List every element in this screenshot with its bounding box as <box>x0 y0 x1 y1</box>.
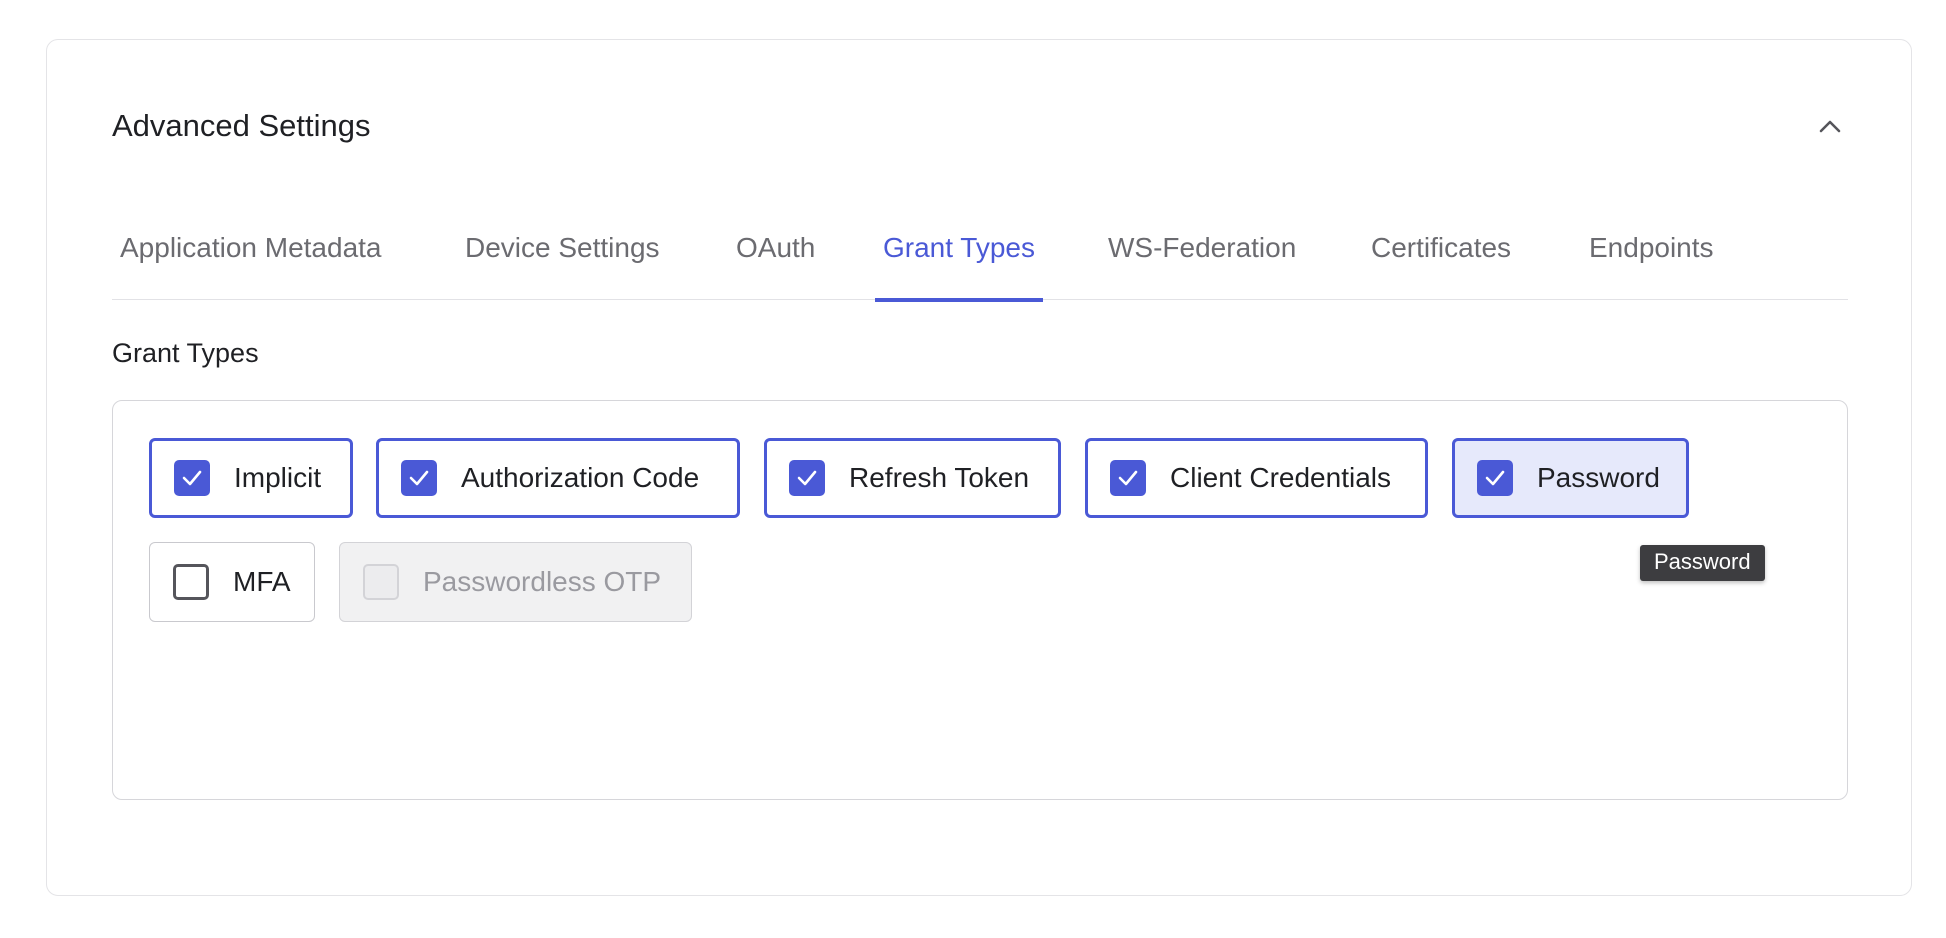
checkbox[interactable] <box>174 460 210 496</box>
grant-type-label: Password <box>1537 462 1660 493</box>
tab-certificates[interactable]: Certificates <box>1371 222 1511 300</box>
grant-type-label: Refresh Token <box>849 462 1030 493</box>
grant-type-password[interactable]: Password <box>1452 438 1689 518</box>
tab-application-metadata[interactable]: Application Metadata <box>120 222 382 300</box>
checkbox[interactable] <box>401 460 437 496</box>
tab-grant-types[interactable]: Grant Types <box>874 222 1044 302</box>
collapse-button[interactable] <box>1812 110 1848 146</box>
grant-type-label: Client Credentials <box>1170 462 1391 493</box>
chevron-up-icon <box>1819 119 1841 138</box>
checkbox[interactable] <box>1110 460 1146 496</box>
tab-oauth[interactable]: OAuth <box>736 222 815 300</box>
checkbox[interactable] <box>789 460 825 496</box>
card-title: Advanced Settings <box>112 108 371 143</box>
checkbox[interactable] <box>1477 460 1513 496</box>
grant-type-label: Passwordless OTP <box>423 566 662 597</box>
checkbox[interactable] <box>173 564 209 600</box>
tab-endpoints[interactable]: Endpoints <box>1589 222 1714 300</box>
grant-type-passwordless-otp: Passwordless OTP <box>339 542 692 622</box>
grant-type-client-credentials[interactable]: Client Credentials <box>1085 438 1428 518</box>
grant-type-label: MFA <box>233 566 291 597</box>
tab-bar: Application Metadata Device Settings OAu… <box>112 222 1848 302</box>
checkbox <box>363 564 399 600</box>
grant-type-implicit[interactable]: Implicit <box>149 438 353 518</box>
tab-device-settings[interactable]: Device Settings <box>465 222 660 300</box>
tooltip: Password <box>1640 545 1765 581</box>
grant-type-authorization-code[interactable]: Authorization Code <box>376 438 740 518</box>
tab-ws-federation[interactable]: WS-Federation <box>1108 222 1296 300</box>
grant-type-label: Implicit <box>234 462 322 493</box>
section-title: Grant Types <box>112 338 259 368</box>
grant-type-label: Authorization Code <box>461 462 700 493</box>
grant-type-refresh-token[interactable]: Refresh Token <box>764 438 1061 518</box>
grant-type-mfa[interactable]: MFA <box>149 542 315 622</box>
